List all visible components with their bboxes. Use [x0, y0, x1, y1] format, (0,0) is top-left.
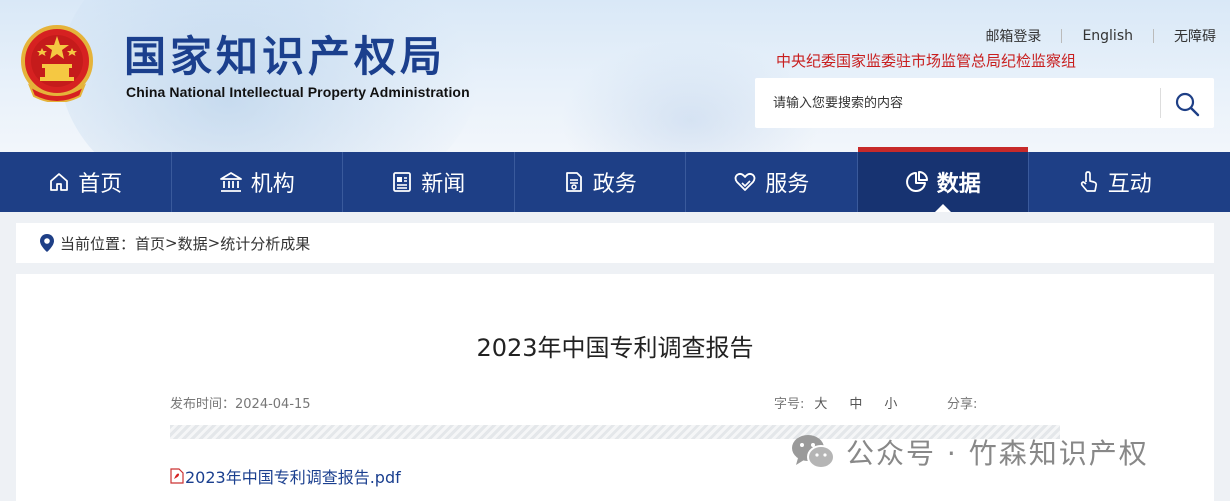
discipline-inspection-link[interactable]: 中央纪委国家监委驻市场监管总局纪检监察组	[776, 50, 1076, 71]
site-title: 国家知识产权局	[124, 32, 447, 81]
breadcrumb: 当前位置： 首页 > 数据 > 统计分析成果	[16, 223, 1214, 263]
publish-date: 发布时间：2024-04-15	[170, 393, 311, 412]
breadcrumb-separator: >	[207, 234, 221, 252]
main-nav: 首页 机构 新闻 政务 服务 数据 互动	[0, 147, 1230, 212]
watermark: 公众号 · 竹森知识产权	[790, 432, 1149, 472]
nav-item-interaction[interactable]: 互动	[1029, 152, 1201, 212]
nav-label: 首页	[78, 172, 123, 197]
breadcrumb-statistics[interactable]: 统计分析成果	[220, 233, 310, 254]
site-title-english: China National Intellectual Property Adm…	[126, 84, 470, 100]
publish-date-value: 2024-04-15	[235, 397, 311, 412]
search-input[interactable]	[773, 93, 1153, 113]
breadcrumb-separator: >	[165, 234, 178, 252]
breadcrumb-home[interactable]: 首页	[135, 233, 165, 254]
mail-login-link[interactable]: 邮箱登录	[985, 26, 1041, 46]
accessibility-link[interactable]: 无障碍	[1174, 26, 1216, 46]
nav-label: 数据	[936, 172, 981, 197]
link-divider	[1153, 29, 1154, 43]
institution-icon	[219, 172, 242, 192]
hand-pointer-icon	[1080, 171, 1097, 192]
font-size-label: 字号:	[774, 397, 805, 412]
font-size-small[interactable]: 小	[884, 393, 897, 412]
nav-label: 政务	[592, 172, 637, 197]
font-size-control: 字号: 大 中 小	[774, 393, 897, 412]
wechat-icon	[792, 435, 835, 469]
nav-item-news[interactable]: 新闻	[343, 152, 515, 212]
nav-label: 互动	[1107, 172, 1152, 197]
nav-label: 机构	[250, 172, 295, 197]
breadcrumb-prefix: 当前位置：	[60, 234, 136, 253]
watermark-text: 公众号 · 竹森知识产权	[846, 437, 1149, 470]
site-header: 国家知识产权局 China National Intellectual Prop…	[0, 0, 1230, 152]
english-link[interactable]: English	[1082, 28, 1133, 44]
heart-hand-icon	[734, 172, 756, 191]
top-links: 邮箱登录 English 无障碍	[985, 27, 1216, 45]
national-emblem-icon	[21, 25, 93, 102]
location-pin-icon	[40, 234, 54, 252]
search-icon[interactable]	[1173, 90, 1201, 118]
link-divider	[1061, 29, 1063, 43]
article-title: 2023年中国专利调查报告	[476, 334, 754, 362]
search-box	[755, 78, 1214, 128]
attachment-link[interactable]: 2023年中国专利调查报告.pdf	[185, 464, 401, 488]
nav-item-government-affairs[interactable]: 政务	[515, 152, 686, 212]
nav-item-services[interactable]: 服务	[686, 152, 858, 212]
font-size-large[interactable]: 大	[814, 393, 827, 412]
nav-item-home[interactable]: 首页	[0, 152, 172, 212]
publish-date-label: 发布时间：	[170, 397, 236, 412]
search-divider	[1160, 88, 1161, 118]
news-icon	[393, 172, 412, 192]
home-icon	[50, 173, 69, 191]
font-size-medium[interactable]: 中	[849, 393, 862, 412]
nav-label: 服务	[765, 172, 810, 197]
breadcrumb-data[interactable]: 数据	[178, 233, 208, 254]
pdf-icon	[170, 468, 184, 484]
nav-item-data[interactable]: 数据	[857, 147, 1029, 212]
nav-item-institution[interactable]: 机构	[172, 152, 343, 212]
pie-chart-icon	[905, 171, 928, 192]
nav-label: 新闻	[421, 172, 466, 197]
share-label: 分享:	[947, 397, 978, 412]
attachment: 2023年中国专利调查报告.pdf	[170, 464, 401, 488]
document-icon	[565, 172, 582, 192]
